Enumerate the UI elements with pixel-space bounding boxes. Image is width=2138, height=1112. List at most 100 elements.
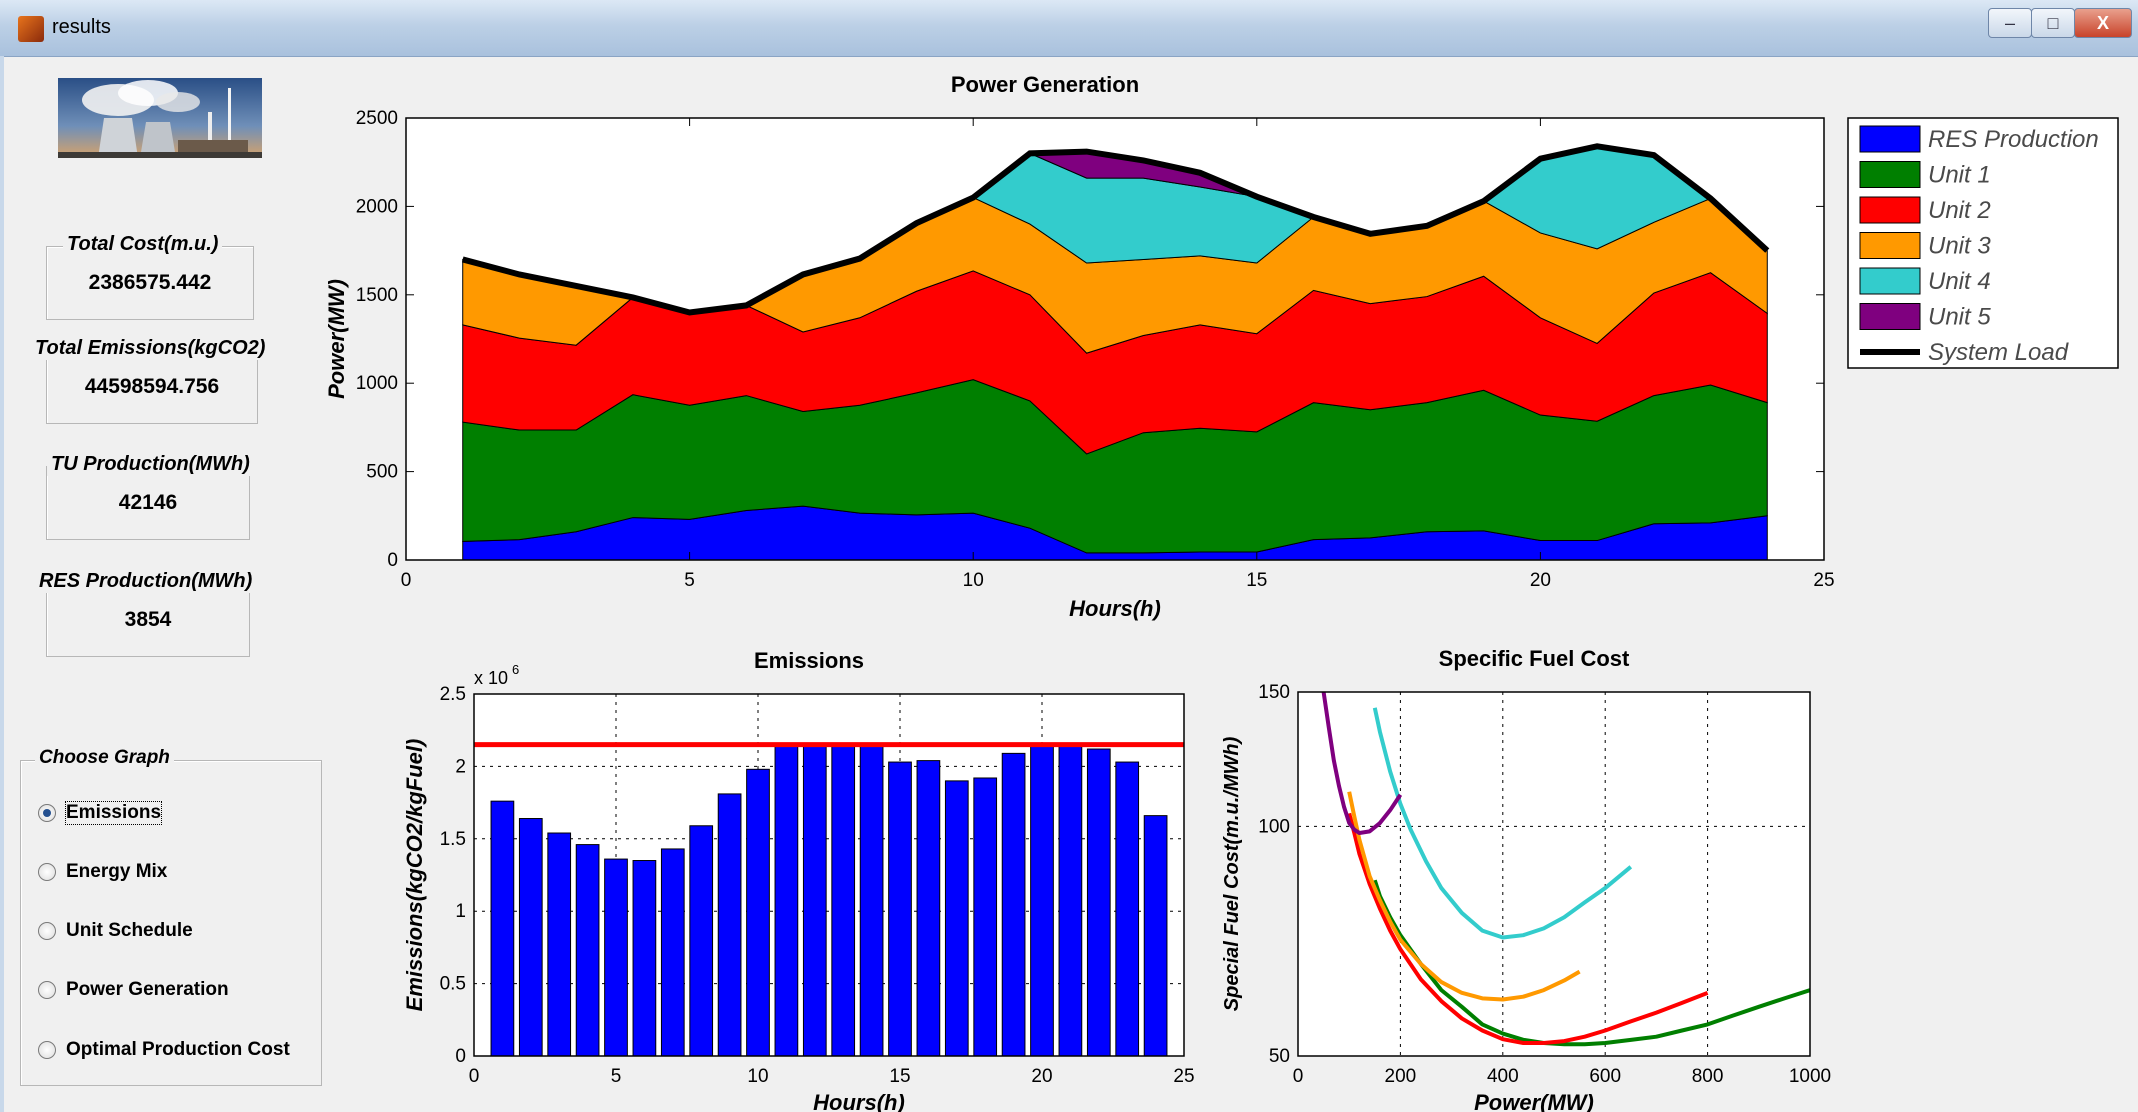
total-emissions-group: Total Emissions(kgCO2) 44598594.756 bbox=[31, 337, 270, 424]
radio-label: Unit Schedule bbox=[66, 920, 193, 941]
y-tick-label: 2500 bbox=[356, 108, 398, 129]
exponent-power: 6 bbox=[512, 662, 519, 677]
close-button[interactable]: X bbox=[2074, 8, 2132, 38]
y-tick-label: 150 bbox=[1258, 682, 1290, 703]
emission-bar bbox=[1115, 761, 1140, 1057]
emission-bar bbox=[575, 844, 600, 1057]
x-tick-label: 5 bbox=[611, 1066, 622, 1087]
graph-option-power-generation[interactable]: Power Generation bbox=[38, 977, 229, 1003]
y-tick-label: 0 bbox=[455, 1046, 466, 1067]
power-generation-chart: 0 5 10 15 20 25 0 500 1000 1500 2000 2500 Power Gene… bbox=[324, 72, 2119, 621]
chart-title: Specific Fuel Cost bbox=[1439, 646, 1630, 671]
emission-bar bbox=[831, 744, 856, 1057]
emission-bar bbox=[1086, 748, 1111, 1057]
emission-bar bbox=[632, 860, 657, 1057]
legend-swatch bbox=[1859, 196, 1921, 224]
emission-bar bbox=[802, 744, 827, 1057]
x-tick-label: 20 bbox=[1530, 570, 1551, 591]
y-tick-label: 0.5 bbox=[440, 974, 466, 995]
radio-button[interactable] bbox=[38, 863, 56, 881]
plot-area bbox=[1298, 692, 1810, 1056]
choose-graph-title: Choose Graph bbox=[35, 747, 174, 769]
x-axis-label: Power(MW) bbox=[1474, 1090, 1594, 1112]
emission-bar bbox=[717, 793, 742, 1057]
y-tick-label: 0 bbox=[387, 550, 398, 571]
x-tick-label: 200 bbox=[1385, 1066, 1417, 1087]
legend-entry: RES Production bbox=[1928, 126, 2099, 153]
x-tick-label: 1000 bbox=[1789, 1066, 1831, 1087]
total-emissions-label: Total Emissions(kgCO2) bbox=[31, 337, 270, 360]
matlab-app-icon bbox=[18, 16, 44, 42]
legend-entry: Unit 3 bbox=[1928, 233, 1991, 260]
y-tick-label: 100 bbox=[1258, 816, 1290, 837]
y-tick-label: 2 bbox=[455, 756, 466, 777]
radio-label: Energy Mix bbox=[66, 861, 168, 882]
legend-swatch bbox=[1859, 303, 1921, 330]
x-tick-label: 25 bbox=[1813, 570, 1834, 591]
y-tick-label: 2000 bbox=[356, 196, 398, 217]
emission-bar bbox=[604, 858, 628, 1057]
x-tick-label: 10 bbox=[963, 570, 984, 591]
legend-entry: System Load bbox=[1928, 339, 2069, 366]
minimize-button[interactable]: – bbox=[1988, 8, 2032, 38]
y-tick-label: 50 bbox=[1269, 1046, 1290, 1067]
radio-button[interactable] bbox=[38, 804, 56, 822]
legend-swatch bbox=[1859, 125, 1921, 153]
x-tick-label: 5 bbox=[684, 570, 695, 591]
total-cost-value: 2386575.442 bbox=[88, 271, 212, 294]
emission-bar bbox=[547, 832, 572, 1057]
x-tick-label: 25 bbox=[1173, 1066, 1194, 1087]
res-production-label: RES Production(MWh) bbox=[35, 570, 257, 593]
radio-button[interactable] bbox=[38, 1041, 56, 1059]
emission-bar bbox=[859, 745, 884, 1057]
y-tick-label: 1000 bbox=[356, 373, 398, 394]
graph-option-unit-schedule[interactable]: Unit Schedule bbox=[38, 918, 193, 944]
emission-bar bbox=[944, 780, 969, 1057]
emission-bar bbox=[490, 800, 515, 1057]
legend-entry: Unit 1 bbox=[1928, 162, 1991, 189]
window-border bbox=[0, 56, 4, 1112]
x-tick-label: 0 bbox=[401, 570, 412, 591]
x-tick-label: 15 bbox=[1246, 570, 1267, 591]
legend-swatch bbox=[1859, 267, 1921, 295]
x-tick-label: 600 bbox=[1589, 1066, 1621, 1087]
tu-production-value: 42146 bbox=[118, 491, 178, 514]
emission-bar bbox=[888, 761, 912, 1057]
x-tick-label: 0 bbox=[1293, 1066, 1304, 1087]
y-tick-label: 500 bbox=[366, 462, 398, 483]
radio-button[interactable] bbox=[38, 922, 56, 940]
emission-bar bbox=[1143, 815, 1168, 1057]
emission-bar bbox=[774, 744, 799, 1057]
graph-option-emissions[interactable]: Emissions bbox=[38, 800, 163, 826]
emission-bar bbox=[660, 848, 685, 1057]
emission-bar bbox=[916, 760, 941, 1057]
total-cost-group: Total Cost(m.u.) 2386575.442 bbox=[46, 233, 254, 320]
legend-swatch bbox=[1859, 161, 1921, 188]
y-tick-label: 2.5 bbox=[440, 684, 466, 705]
emissions-chart: 0 5 10 15 20 25 0 0.5 1 1.5 2 2.5 x 10 6 Emissions Hour… bbox=[402, 648, 1195, 1112]
x-axis-label: Hours(h) bbox=[1069, 596, 1161, 621]
res-production-value: 3854 bbox=[124, 608, 172, 631]
exponent-label: x 10 bbox=[474, 668, 508, 688]
legend-entry: Unit 5 bbox=[1928, 304, 1991, 331]
y-axis-label: Special Fuel Cost(m.u./MWh) bbox=[1221, 736, 1243, 1011]
radio-label: Optimal Production Cost bbox=[66, 1039, 290, 1060]
legend-entry: Unit 2 bbox=[1928, 197, 1991, 224]
total-emissions-value: 44598594.756 bbox=[84, 375, 220, 398]
total-cost-label: Total Cost(m.u.) bbox=[63, 233, 223, 256]
title-bar[interactable]: results – □ X bbox=[0, 0, 2138, 57]
res-production-group: RES Production(MWh) 3854 bbox=[35, 570, 257, 657]
x-tick-label: 20 bbox=[1031, 1066, 1052, 1087]
x-tick-label: 800 bbox=[1692, 1066, 1724, 1087]
y-tick-label: 1500 bbox=[356, 285, 398, 306]
emission-bar bbox=[973, 777, 998, 1057]
graph-option-energy-mix[interactable]: Energy Mix bbox=[38, 859, 167, 885]
results-window: results – □ X Total Cost(m.u.) 2386575.4… bbox=[0, 0, 2138, 1112]
tu-production-group: TU Production(MWh) 42146 bbox=[46, 453, 254, 540]
window-title: results bbox=[52, 16, 111, 38]
specific-fuel-cost-chart: 0 200 400 600 800 1000 50 100 150 Specific Fuel C… bbox=[1221, 646, 1831, 1112]
y-tick-label: 1.5 bbox=[440, 829, 466, 850]
radio-button[interactable] bbox=[38, 981, 56, 999]
maximize-button[interactable]: □ bbox=[2031, 8, 2075, 38]
graph-option-optimal-production-cost[interactable]: Optimal Production Cost bbox=[38, 1037, 290, 1063]
